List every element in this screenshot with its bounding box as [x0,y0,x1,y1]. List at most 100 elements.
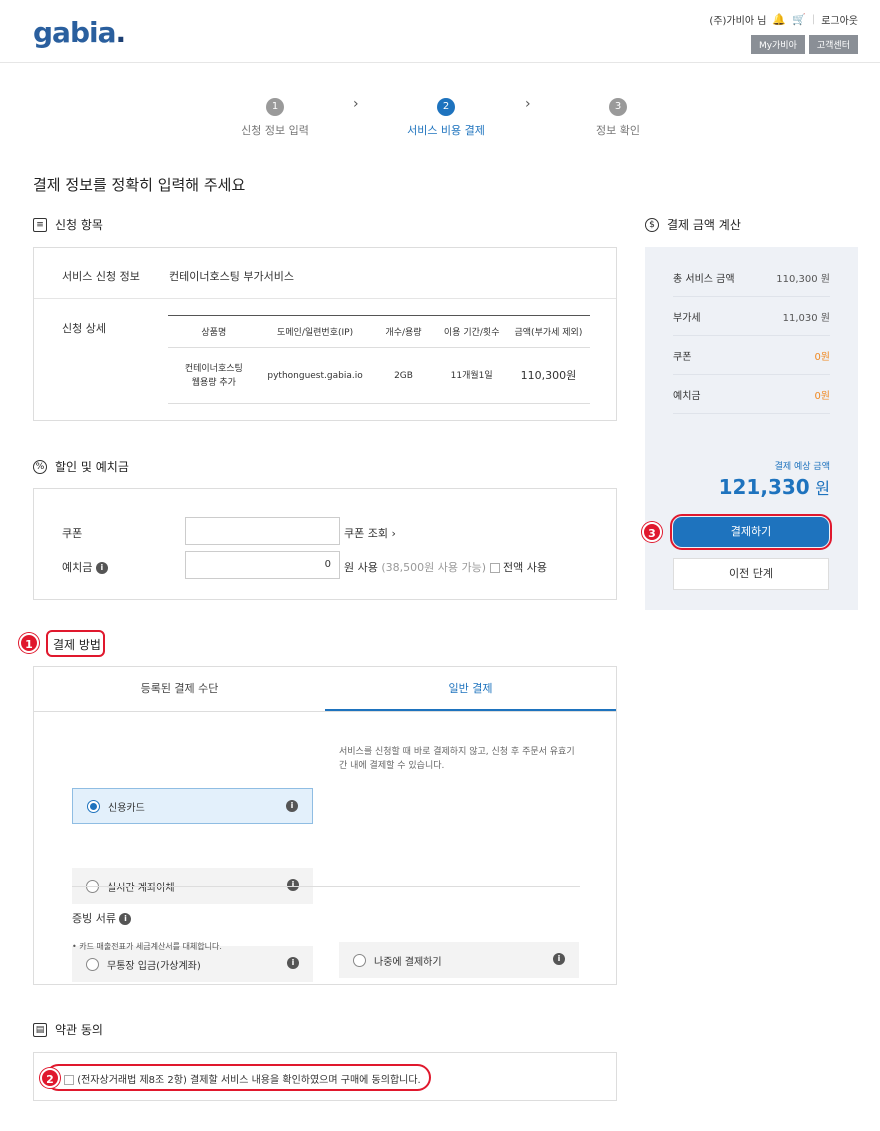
service-info-value: 컨테이너호스팅 부가서비스 [169,270,294,283]
option-label: 나중에 결제하기 [374,956,442,968]
summary-value: 0원 [814,351,830,363]
expected-amount-unit: 원 [815,479,830,498]
radio-button[interactable] [353,953,366,967]
bell-icon[interactable]: 🔔 [772,13,786,26]
logo-dot: . [115,16,126,49]
step-2: 2 서비스 비용 결제 [400,98,492,138]
coupon-lookup-link[interactable]: 쿠폰 조회 › [344,525,396,541]
deposit-unit: 원 사용 [344,561,378,574]
detail-label: 신청 상세 [62,322,106,335]
discount-section-title: % 할인 및 예치금 [33,458,129,475]
coupon-lookup-text: 쿠폰 조회 [344,527,388,540]
user-name: (주)가비아 님 [709,16,767,27]
header-divider [0,62,880,63]
chevron-right-icon: › [353,96,359,112]
section-title-text: 결제 방법 [53,638,101,652]
column-header: 이용 기간/횟수 [436,315,507,348]
section-title-text: 약관 동의 [55,1023,103,1037]
cart-icon[interactable]: 🛒 [792,13,806,26]
service-info-label: 서비스 신청 정보 [62,270,140,283]
summary-value: 0원 [814,390,830,402]
step-number: 1 [266,98,284,116]
top-buttons: My가비아 고객센터 [750,35,858,54]
prev-step-button[interactable]: 이전 단계 [673,558,829,590]
order-box: 서비스 신청 정보 컨테이너호스팅 부가서비스 신청 상세 상품명 도메인/일련… [33,247,617,421]
amount-cell: 110,300원 [506,347,590,404]
expected-amount-label: 결제 예상 금액 [774,462,830,472]
expected-amount-value: 121,330 [718,475,810,499]
payment-tabs: 등록된 결제 수단 일반 결제 [34,667,616,712]
info-icon[interactable]: i [95,562,108,574]
section-title-text: 할인 및 예치금 [55,460,129,474]
summary-row-vat: 부가세 11,030 원 [673,297,830,336]
option-label: 무통장 입금(가상계좌) [107,960,201,972]
receipt-note: • 카드 매출전표가 세금계산서를 대체합니다. [72,942,222,951]
summary-row-deposit: 예치금 0원 [673,375,830,414]
list-icon: ≡ [33,217,47,232]
step-label: 서비스 비용 결제 [407,124,485,137]
deposit-input[interactable]: 0 [185,551,340,579]
terms-agree-row[interactable]: (전자상거래법 제8조 2항) 결제할 서비스 내용을 확인하였으며 구매에 동… [64,1071,421,1086]
payment-box: 등록된 결제 수단 일반 결제 신용카드 i 실시간 계좌이체 i 무통장 입금… [33,666,617,985]
coupon-label: 쿠폰 [62,527,83,540]
summary-value: 110,300 원 [776,273,830,285]
radio-button[interactable] [87,799,100,813]
table-header-row: 상품명 도메인/일련번호(IP) 개수/용량 이용 기간/횟수 금액(부가세 제… [168,315,590,348]
deposit-use-group: 원 사용 (38,500원 사용 가능) 전액 사용 [344,559,547,575]
option-credit-card[interactable]: 신용카드 i [72,788,313,824]
domain-cell: pythonguest.gabia.io [259,347,371,404]
document-icon: ▤ [33,1022,47,1037]
gabia-logo[interactable]: gabia. [33,16,126,49]
column-header: 금액(부가세 제외) [506,315,590,348]
agree-checkbox[interactable] [64,1075,74,1085]
deposit-available: (38,500원 사용 가능) [381,561,487,574]
summary-label: 쿠폰 [673,351,692,363]
chevron-right-icon: › [391,527,396,540]
order-section-title: ≡ 신청 항목 [33,216,103,233]
info-icon[interactable]: i [286,800,298,812]
summary-section-title: $ 결제 금액 계산 [645,216,741,233]
option-pay-later[interactable]: 나중에 결제하기 i [339,942,579,978]
summary-value: 11,030 원 [782,312,830,324]
annotation-badge: 1 [19,633,39,653]
mygabia-button[interactable]: My가비아 [750,35,805,54]
step-1: 1 신청 정보 입력 [235,98,315,138]
section-title-text: 결제 금액 계산 [667,218,741,232]
divider: | [811,14,816,25]
period-cell: 11개월1일 [436,347,507,404]
summary-label: 총 서비스 금액 [673,273,735,285]
terms-section-title: ▤ 약관 동의 [33,1021,103,1038]
customer-center-button[interactable]: 고객센터 [808,35,858,54]
tab-registered[interactable]: 등록된 결제 수단 [34,667,325,711]
summary-row-total: 총 서비스 금액 110,300 원 [673,258,830,297]
discount-box: 쿠폰 쿠폰 조회 › 예치금 i 0 원 사용 (38,500원 사용 가능) … [33,488,617,600]
summary-row-coupon: 쿠폰 0원 [673,336,830,375]
payment-section-title: 결제 방법 [53,636,101,653]
logout-link[interactable]: 로그아웃 [821,12,858,27]
deposit-label-group: 예치금 i [62,559,108,575]
coupon-input[interactable] [185,517,340,545]
expected-amount: 121,330 원 [719,475,830,499]
info-icon[interactable]: i [287,879,299,891]
annotation-badge: 3 [642,522,662,542]
info-icon[interactable]: i [287,957,299,969]
product-cell: 컨테이너호스팅 웹용량 추가 [168,347,260,404]
radio-button[interactable] [86,957,99,971]
receipt-label-group: 증빙 서류 i [72,910,132,926]
divider [72,886,580,887]
pay-button[interactable]: 결제하기 [673,517,829,547]
info-icon[interactable]: i [119,913,132,925]
use-all-label: 전액 사용 [503,561,548,574]
tab-general[interactable]: 일반 결제 [325,667,616,711]
info-icon[interactable]: i [553,953,565,965]
annotation-badge: 2 [40,1068,60,1088]
summary-label: 예치금 [673,390,701,402]
option-label: 신용카드 [108,802,145,814]
product-name-line1: 컨테이너호스팅 [184,363,243,374]
step-number: 2 [437,98,455,116]
use-all-checkbox[interactable] [489,563,500,573]
logo-text: gabia [33,16,116,49]
user-bar: (주)가비아 님 🔔 🛒 | 로그아웃 [709,12,858,27]
dollar-icon: $ [645,217,659,232]
step-3: 3 정보 확인 [585,98,651,138]
